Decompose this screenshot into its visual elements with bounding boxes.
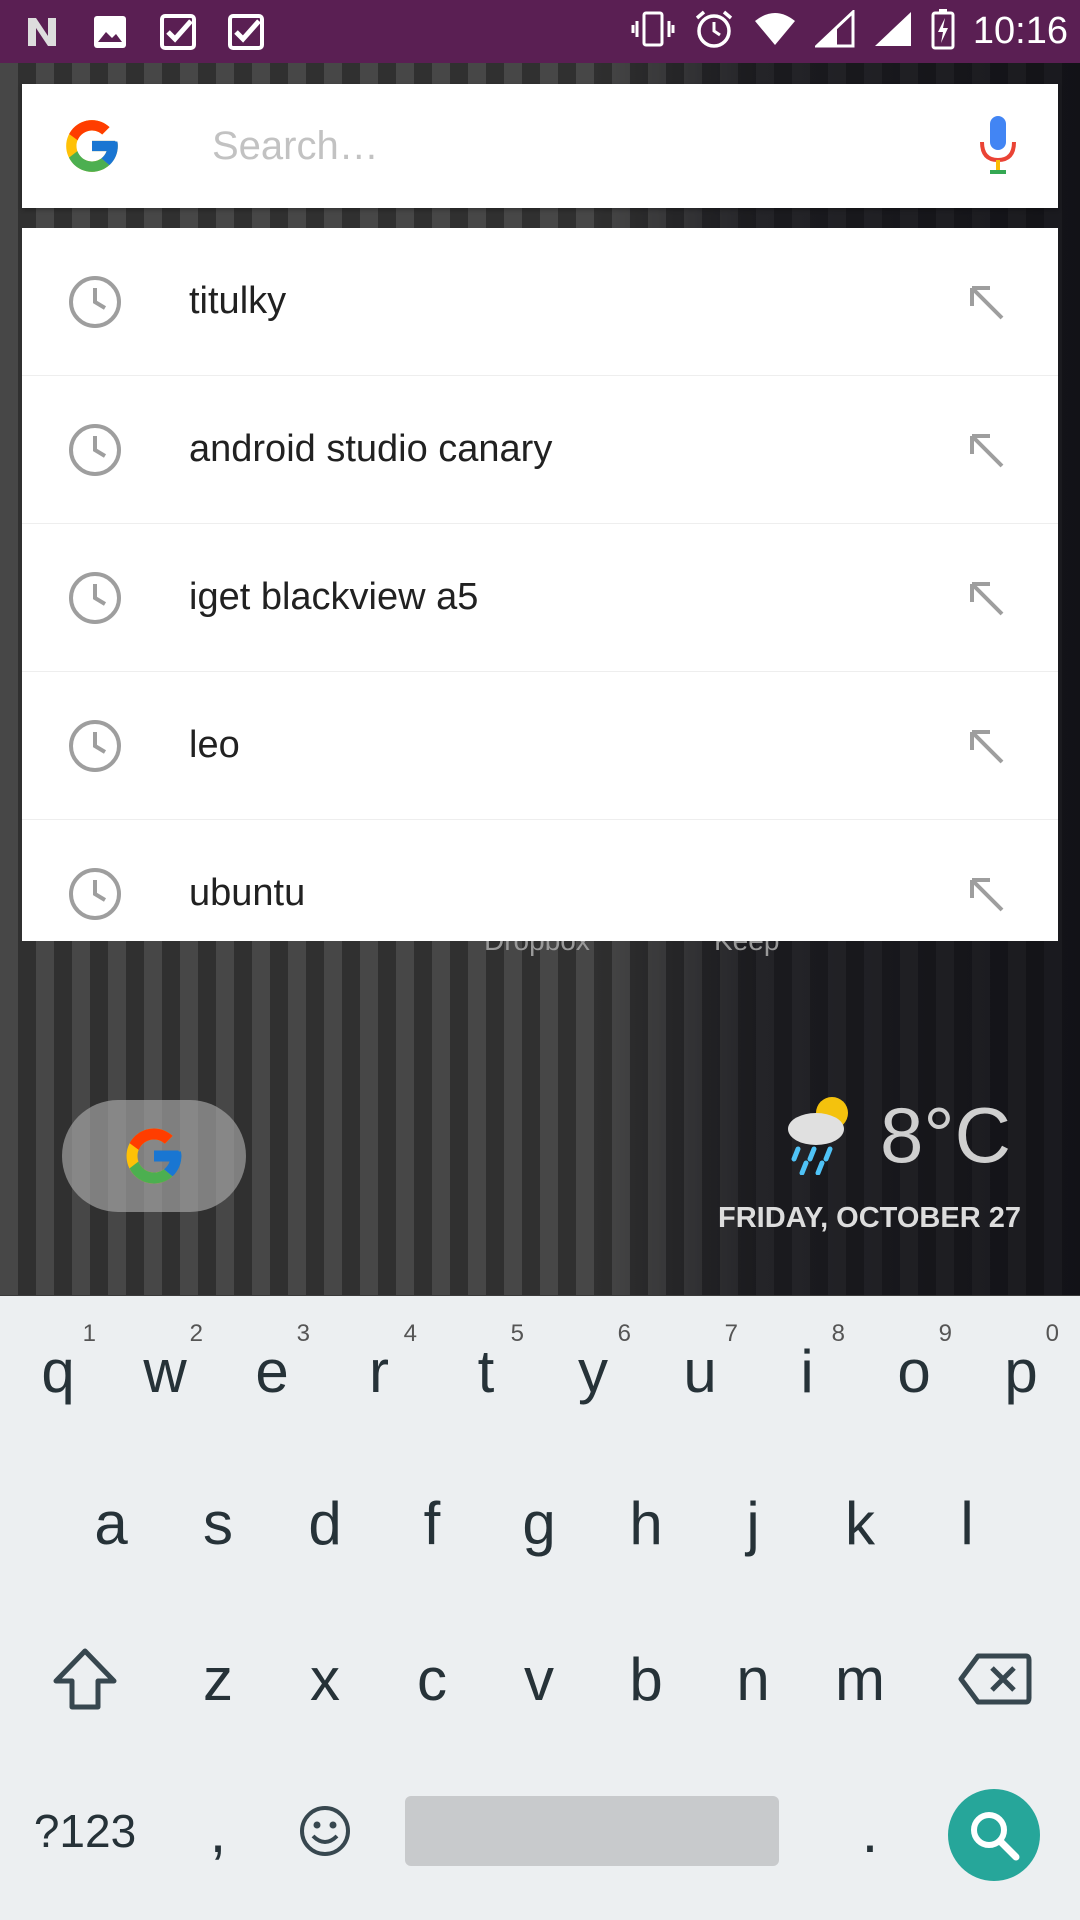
backspace-icon [958, 1653, 1032, 1705]
suggestion-item[interactable]: ubuntu [22, 820, 1058, 967]
checkbox-icon [156, 10, 200, 54]
history-clock-icon [22, 422, 167, 478]
key-d[interactable]: d [275, 1458, 375, 1588]
key-x[interactable]: x [275, 1614, 375, 1744]
key-v[interactable]: v [489, 1614, 589, 1744]
status-bar: 10:16 [0, 0, 1080, 63]
key-i[interactable]: i8 [757, 1306, 857, 1436]
suggestion-item[interactable]: android studio canary [22, 376, 1058, 524]
google-logo-icon[interactable] [22, 84, 162, 208]
search-key[interactable] [948, 1789, 1040, 1881]
keyboard-row-1: q1 w2 e3 r4 t5 y6 u7 i8 o9 p0 [0, 1306, 1080, 1456]
key-w[interactable]: w2 [115, 1306, 215, 1436]
search-bar [22, 84, 1058, 208]
suggestion-text: leo [189, 724, 240, 766]
suggestion-text: android studio canary [189, 428, 553, 470]
history-clock-icon [22, 274, 167, 330]
key-b[interactable]: b [596, 1614, 696, 1744]
period-key[interactable]: . [820, 1766, 920, 1896]
history-clock-icon [22, 570, 167, 626]
suggestion-item[interactable]: iget blackview a5 [22, 524, 1058, 672]
fill-query-arrow-icon[interactable] [913, 874, 1058, 914]
key-c[interactable]: c [382, 1614, 482, 1744]
emoji-icon [300, 1806, 350, 1856]
key-e[interactable]: e3 [222, 1306, 322, 1436]
image-icon [88, 10, 132, 54]
key-r[interactable]: r4 [329, 1306, 429, 1436]
key-j[interactable]: j [703, 1458, 803, 1588]
key-s[interactable]: s [168, 1458, 268, 1588]
signal-icon [873, 10, 913, 53]
key-y[interactable]: y6 [543, 1306, 643, 1436]
fill-query-arrow-icon[interactable] [913, 578, 1058, 618]
notification-n-icon [20, 10, 64, 54]
suggestion-text: titulky [189, 280, 287, 322]
checkbox-icon [224, 10, 268, 54]
search-input[interactable] [162, 84, 938, 208]
key-h[interactable]: h [596, 1458, 696, 1588]
date-label: FRIDAY, OCTOBER 27 [718, 1202, 1021, 1234]
history-clock-icon [22, 718, 167, 774]
backspace-key[interactable] [930, 1614, 1060, 1744]
key-o[interactable]: o9 [864, 1306, 964, 1436]
key-m[interactable]: m [810, 1614, 910, 1744]
status-clock: 10:16 [972, 10, 1068, 52]
vibrate-icon [631, 9, 675, 54]
key-z[interactable]: z [168, 1614, 268, 1744]
key-t[interactable]: t5 [436, 1306, 536, 1436]
search-icon [971, 1812, 1020, 1861]
key-f[interactable]: f [382, 1458, 482, 1588]
key-q[interactable]: q1 [8, 1306, 108, 1436]
google-search-widget[interactable] [62, 1100, 246, 1212]
alarm-icon [693, 8, 735, 55]
shift-key[interactable] [20, 1614, 150, 1744]
google-logo-icon [126, 1128, 182, 1184]
suggestion-item[interactable]: titulky [22, 228, 1058, 376]
suggestion-text: ubuntu [189, 872, 306, 914]
space-bar[interactable] [405, 1796, 779, 1866]
fill-query-arrow-icon[interactable] [913, 726, 1058, 766]
suggestion-text: iget blackview a5 [189, 576, 479, 618]
suggestions-list: titulky android studio canary iget black… [22, 228, 1058, 941]
symbols-key[interactable]: ?123 [20, 1766, 150, 1896]
comma-key[interactable]: , [168, 1766, 268, 1896]
keyboard-row-3: z x c v b n m [0, 1614, 1080, 1764]
signal-icon [813, 8, 855, 53]
key-p[interactable]: p0 [971, 1306, 1071, 1436]
fill-query-arrow-icon[interactable] [913, 282, 1058, 322]
keyboard-row-2: a s d f g h j k l [0, 1458, 1080, 1608]
key-l[interactable]: l [917, 1458, 1017, 1588]
key-n[interactable]: n [703, 1614, 803, 1744]
suggestion-item[interactable]: leo [22, 672, 1058, 820]
emoji-key[interactable] [275, 1766, 375, 1896]
battery-charging-icon [931, 8, 955, 55]
rain-cloud-icon [780, 1091, 860, 1180]
microphone-icon[interactable] [938, 84, 1058, 208]
key-u[interactable]: u7 [650, 1306, 750, 1436]
weather-temperature: 8°C [880, 1091, 1011, 1179]
weather-widget[interactable]: 8°C [780, 1090, 1011, 1181]
key-g[interactable]: g [489, 1458, 589, 1588]
key-k[interactable]: k [810, 1458, 910, 1588]
wifi-icon [753, 11, 797, 52]
history-clock-icon [22, 866, 167, 922]
shift-arrow-icon [53, 1648, 117, 1710]
fill-query-arrow-icon[interactable] [913, 430, 1058, 470]
key-a[interactable]: a [61, 1458, 161, 1588]
